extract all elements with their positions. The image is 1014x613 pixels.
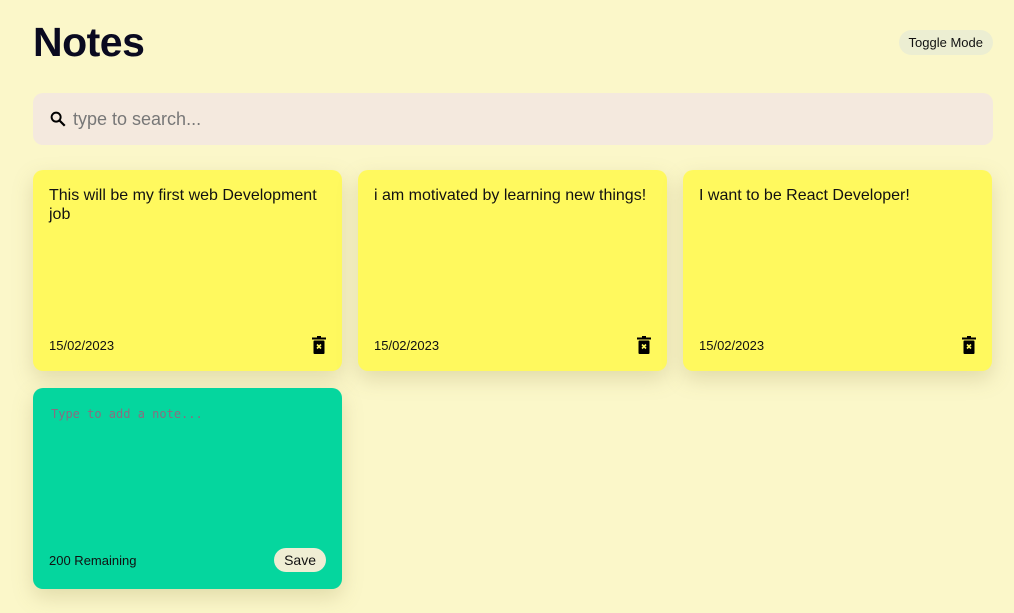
note-date: 15/02/2023	[699, 337, 765, 353]
search-bar	[33, 93, 993, 145]
notes-list: This will be my first web Development jo…	[33, 170, 993, 589]
note-text: This will be my first web Development jo…	[49, 187, 317, 223]
delete-icon[interactable]	[962, 336, 976, 354]
delete-icon[interactable]	[637, 336, 651, 354]
note-text: i am motivated by learning new things!	[374, 187, 647, 204]
note-date: 15/02/2023	[374, 337, 440, 353]
page-title: Notes	[33, 18, 145, 65]
search-input[interactable]	[71, 107, 955, 131]
search-icon	[50, 111, 66, 127]
header: Notes Toggle Mode	[33, 0, 993, 84]
note-text: I want to be React Developer!	[699, 187, 910, 204]
note-card: i am motivated by learning new things! 1…	[358, 170, 667, 371]
toggle-mode-button[interactable]: Toggle Mode	[898, 29, 993, 55]
note-card: This will be my first web Development jo…	[33, 170, 342, 371]
delete-icon[interactable]	[312, 336, 326, 354]
remaining-count: 200 Remaining	[49, 552, 137, 568]
add-note-card: 200 Remaining Save	[33, 388, 342, 589]
note-date: 15/02/2023	[49, 337, 115, 353]
app: Notes Toggle Mode This will be my first …	[33, 0, 993, 589]
note-card: I want to be React Developer! 15/02/2023	[683, 170, 992, 371]
new-note-textarea[interactable]	[49, 405, 326, 529]
save-button[interactable]: Save	[274, 548, 326, 572]
